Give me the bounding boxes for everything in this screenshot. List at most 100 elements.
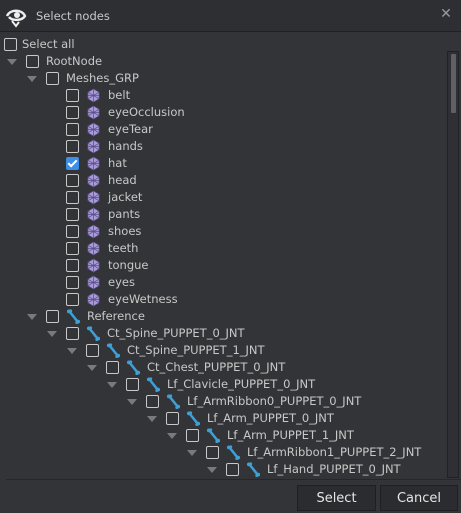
node-checkbox[interactable]	[206, 446, 219, 459]
mesh-icon	[86, 258, 101, 273]
node-checkbox[interactable]	[46, 72, 59, 85]
node-label: eyeOcclusion	[108, 105, 185, 119]
tree-item[interactable]: tongue	[0, 257, 446, 274]
tree-item[interactable]: hands	[0, 138, 446, 155]
tree-item[interactable]: shoes	[0, 223, 446, 240]
node-label: tongue	[108, 258, 149, 272]
node-checkbox[interactable]	[66, 259, 79, 272]
joint-icon	[86, 326, 101, 342]
mesh-icon	[86, 207, 101, 222]
mesh-icon	[86, 190, 101, 205]
vertical-scrollbar[interactable]	[447, 51, 459, 478]
mesh-icon	[86, 139, 101, 154]
node-checkbox[interactable]	[106, 361, 119, 374]
node-checkbox[interactable]	[66, 106, 79, 119]
mesh-icon	[86, 122, 101, 137]
select-button[interactable]: Select	[297, 485, 376, 511]
expand-arrow-icon[interactable]	[7, 59, 17, 65]
node-checkbox[interactable]	[46, 310, 59, 323]
node-checkbox[interactable]	[86, 344, 99, 357]
expand-arrow-icon[interactable]	[27, 76, 37, 82]
node-checkbox[interactable]	[26, 55, 39, 68]
tree-item[interactable]: belt	[0, 87, 446, 104]
node-checkbox[interactable]	[66, 123, 79, 136]
mesh-icon	[86, 241, 101, 256]
node-checkbox[interactable]	[66, 157, 79, 170]
node-label: Ct_Chest_PUPPET_0_JNT	[147, 360, 286, 374]
joint-icon	[66, 309, 81, 325]
tree-item[interactable]: Reference	[0, 308, 446, 325]
mesh-icon	[86, 173, 101, 188]
tree-item[interactable]: teeth	[0, 240, 446, 257]
mesh-icon	[86, 224, 101, 239]
divider	[6, 479, 461, 480]
node-label: Reference	[87, 309, 145, 323]
tree-item[interactable]: head	[0, 172, 446, 189]
node-checkbox[interactable]	[66, 191, 79, 204]
tree-item[interactable]: Lf_Arm_PUPPET_1_JNT	[0, 427, 446, 444]
joint-icon	[126, 360, 141, 376]
tree-item[interactable]: Lf_Hand_PUPPET_0_JNT	[0, 461, 446, 478]
node-checkbox[interactable]	[66, 327, 79, 340]
tree-item[interactable]: RootNode	[0, 53, 446, 70]
tree-item[interactable]: pants	[0, 206, 446, 223]
node-label: Lf_Clavicle_PUPPET_0_JNT	[167, 377, 316, 391]
tree-item[interactable]: Lf_ArmRibbon0_PUPPET_0_JNT	[0, 393, 446, 410]
expand-arrow-icon[interactable]	[67, 348, 77, 354]
expand-arrow-icon[interactable]	[187, 450, 197, 456]
tree-item[interactable]: Lf_ArmRibbon1_PUPPET_2_JNT	[0, 444, 446, 461]
expand-arrow-icon[interactable]	[207, 467, 217, 473]
node-checkbox[interactable]	[66, 89, 79, 102]
node-checkbox[interactable]	[66, 242, 79, 255]
node-label: eyeWetness	[108, 292, 178, 306]
node-checkbox[interactable]	[226, 463, 239, 476]
tree-item[interactable]: Lf_Arm_PUPPET_0_JNT	[0, 410, 446, 427]
node-checkbox[interactable]	[66, 174, 79, 187]
node-checkbox[interactable]	[186, 429, 199, 442]
scrollbar-thumb[interactable]	[451, 54, 456, 113]
joint-icon	[106, 343, 121, 359]
node-checkbox[interactable]	[66, 208, 79, 221]
select-all-checkbox[interactable]	[4, 38, 17, 51]
node-label: Meshes_GRP	[66, 71, 139, 85]
tree-item[interactable]: Meshes_GRP	[0, 70, 446, 87]
expand-arrow-icon[interactable]	[147, 416, 157, 422]
tree-item[interactable]: eyeTear	[0, 121, 446, 138]
mesh-icon	[86, 292, 101, 307]
expand-arrow-icon[interactable]	[107, 382, 117, 388]
tree-item[interactable]: jacket	[0, 189, 446, 206]
expand-arrow-icon[interactable]	[47, 331, 57, 337]
window-title: Select nodes	[36, 9, 110, 23]
node-checkbox[interactable]	[66, 293, 79, 306]
tree-item[interactable]: eyeOcclusion	[0, 104, 446, 121]
node-label: Lf_ArmRibbon1_PUPPET_2_JNT	[247, 445, 422, 459]
node-checkbox[interactable]	[66, 225, 79, 238]
mesh-icon	[86, 105, 101, 120]
node-label: jacket	[108, 190, 143, 204]
tree-item[interactable]: Ct_Spine_PUPPET_1_JNT	[0, 342, 446, 359]
tree-item[interactable]: eyes	[0, 274, 446, 291]
tree-item[interactable]: Ct_Chest_PUPPET_0_JNT	[0, 359, 446, 376]
title-bar: Select nodes ✕	[0, 0, 461, 32]
tree-item[interactable]: hat	[0, 155, 446, 172]
node-checkbox[interactable]	[66, 140, 79, 153]
expand-arrow-icon[interactable]	[87, 365, 97, 371]
select-all-row[interactable]: Select all	[0, 36, 446, 53]
node-label: pants	[108, 207, 141, 221]
cancel-button[interactable]: Cancel	[380, 485, 458, 511]
tree-item[interactable]: eyeWetness	[0, 291, 446, 308]
expand-arrow-icon[interactable]	[167, 433, 177, 439]
node-label: teeth	[108, 241, 139, 255]
node-label: belt	[108, 88, 131, 102]
tree-item[interactable]: Ct_Spine_PUPPET_0_JNT	[0, 325, 446, 342]
node-checkbox[interactable]	[66, 276, 79, 289]
node-checkbox[interactable]	[166, 412, 179, 425]
node-label: Lf_Hand_PUPPET_0_JNT	[267, 462, 401, 476]
tree-item[interactable]: Lf_Clavicle_PUPPET_0_JNT	[0, 376, 446, 393]
joint-icon	[146, 377, 161, 393]
node-checkbox[interactable]	[146, 395, 159, 408]
expand-arrow-icon[interactable]	[27, 314, 37, 320]
node-checkbox[interactable]	[126, 378, 139, 391]
expand-arrow-icon[interactable]	[127, 399, 137, 405]
close-icon[interactable]: ✕	[439, 7, 453, 21]
